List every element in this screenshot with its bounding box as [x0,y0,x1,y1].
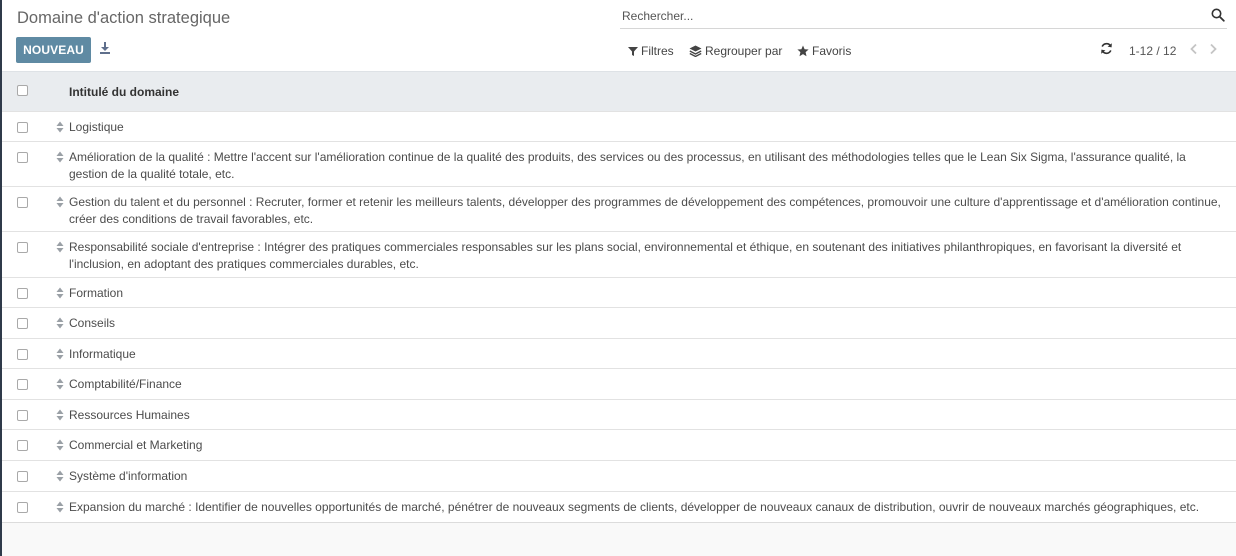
favorites-button[interactable]: Favoris [797,43,851,59]
chevron-right-icon[interactable] [1208,43,1218,55]
filters-button[interactable]: Filtres [628,43,674,59]
column-header-domain[interactable]: Intitulé du domaine [69,85,179,99]
download-icon[interactable] [99,41,111,55]
domain-label: Logistique [69,120,124,134]
table-row[interactable]: Système d'information [2,460,1236,491]
drag-handle-icon[interactable] [56,317,64,329]
row-checkbox[interactable] [17,152,28,163]
table-row[interactable]: Formation [2,277,1236,307]
row-checkbox[interactable] [17,379,28,390]
row-checkbox[interactable] [17,410,28,421]
pager-value[interactable]: 1-12 / 12 [1129,44,1176,58]
filter-icon [628,46,638,56]
table-row[interactable]: Amélioration de la qualité : Mettre l'ac… [2,141,1236,186]
favorites-label: Favoris [812,44,852,58]
table-row[interactable]: Commercial et Marketing [2,429,1236,460]
search-input[interactable] [622,7,1202,25]
chevron-left-icon[interactable] [1189,43,1199,55]
table-row[interactable]: Responsabilité sociale d'entreprise : In… [2,231,1236,277]
list-header: Intitulé du domaine [2,72,1236,111]
group-by-button[interactable]: Regrouper par [689,43,782,59]
table-row[interactable]: Ressources Humaines [2,399,1236,429]
table-row[interactable]: Logistique [2,111,1236,141]
domain-label: Conseils [69,316,116,330]
row-checkbox[interactable] [17,197,28,208]
drag-handle-icon[interactable] [56,121,64,133]
domain-label: Expansion du marché : Identifier de nouv… [69,500,1200,514]
domain-label: Ressources Humaines [69,408,190,422]
drag-handle-icon[interactable] [56,409,64,421]
table-row[interactable]: Gestion du talent et du personnel : Recr… [2,186,1236,231]
group-by-label: Regrouper par [705,44,783,58]
list-bottom-divider [2,522,1236,523]
refresh-icon[interactable] [1100,42,1113,55]
filters-label: Filtres [641,44,674,58]
new-button[interactable]: NOUVEAU [16,37,91,63]
row-checkbox[interactable] [17,502,28,513]
row-checkbox[interactable] [17,242,28,253]
domain-label: Responsabilité sociale d'entreprise : In… [69,240,1182,271]
select-all-checkbox[interactable] [17,85,28,96]
row-checkbox[interactable] [17,288,28,299]
star-icon [797,45,809,57]
row-checkbox[interactable] [17,471,28,482]
drag-handle-icon[interactable] [56,439,64,451]
domain-label: Amélioration de la qualité : Mettre l'ac… [69,150,1186,181]
drag-handle-icon[interactable] [56,378,64,390]
domain-label: Comptabilité/Finance [69,377,182,391]
domain-label: Formation [69,286,124,300]
table-row[interactable]: Expansion du marché : Identifier de nouv… [2,491,1236,522]
domain-label: Gestion du talent et du personnel : Recr… [69,195,1221,226]
drag-handle-icon[interactable] [56,501,64,513]
domain-label: Système d'information [69,469,188,483]
drag-handle-icon[interactable] [56,348,64,360]
domain-label: Commercial et Marketing [69,438,203,452]
drag-handle-icon[interactable] [56,196,64,208]
page-title: Domaine d'action strategique [17,9,231,27]
drag-handle-icon[interactable] [56,470,64,482]
table-row[interactable]: Comptabilité/Finance [2,368,1236,399]
search-box [620,4,1227,29]
table-row[interactable]: Informatique [2,338,1236,368]
search-icon[interactable] [1211,8,1225,22]
drag-handle-icon[interactable] [56,151,64,163]
table-row[interactable]: Conseils [2,307,1236,338]
drag-handle-icon[interactable] [56,287,64,299]
control-panel: Domaine d'action strategique NOUVEAU Fil… [2,0,1236,72]
row-checkbox[interactable] [17,122,28,133]
drag-handle-icon[interactable] [56,241,64,253]
row-checkbox[interactable] [17,349,28,360]
row-checkbox[interactable] [17,318,28,329]
domain-label: Informatique [69,347,136,361]
row-checkbox[interactable] [17,440,28,451]
layers-icon [689,45,702,57]
